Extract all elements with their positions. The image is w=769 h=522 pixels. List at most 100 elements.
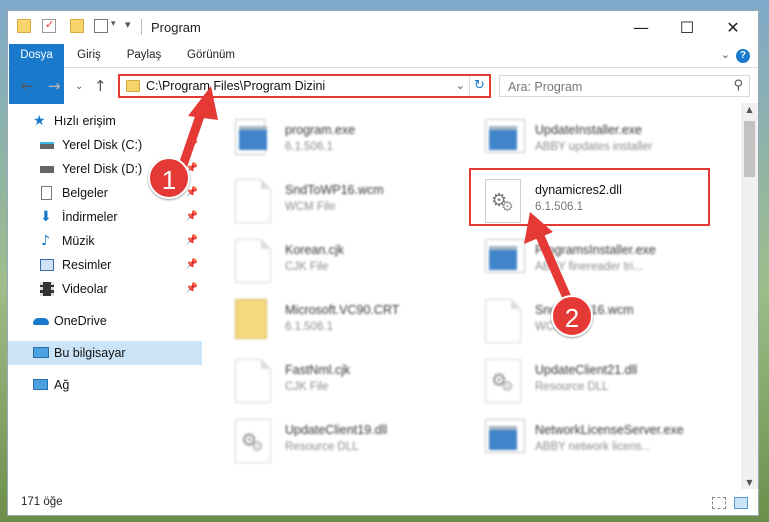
- window-title: Program: [151, 20, 201, 35]
- network-icon: [33, 379, 48, 390]
- sidebar-item-this-pc[interactable]: Bu bilgisayar: [8, 341, 202, 365]
- file-detail: Resource DLL: [535, 381, 609, 393]
- sidebar-item-label: Belgeler: [62, 186, 108, 200]
- dll-gear-icon: ⚙ ⚙: [485, 359, 521, 403]
- step-badge-2: 2: [551, 295, 593, 337]
- expand-ribbon-icon[interactable]: ⌄: [721, 48, 730, 61]
- file-item[interactable]: UpdateInstaller.exe ABBY updates install…: [455, 113, 705, 173]
- sidebar-item-label: Ağ: [54, 378, 70, 392]
- sidebar-item-quick-access[interactable]: ★ Hızlı erişim: [8, 109, 202, 133]
- customize-toolbar-icon[interactable]: [94, 19, 108, 33]
- sidebar-item-videos[interactable]: Videolar 📌: [8, 277, 202, 301]
- scroll-up-icon[interactable]: ▲: [741, 105, 758, 114]
- title-divider: [141, 19, 142, 35]
- scrollbar-thumb[interactable]: [744, 121, 755, 177]
- minimize-button[interactable]: —: [618, 11, 664, 44]
- folder-icon: [17, 19, 31, 33]
- forward-arrow-icon[interactable]: →: [48, 77, 61, 95]
- file-item[interactable]: ProgramsInstaller.exe ABBY finereader tr…: [455, 233, 705, 293]
- vertical-scrollbar[interactable]: ▲ ▼: [741, 103, 758, 489]
- file-detail: ABBY updates installer: [535, 141, 653, 153]
- sidebar-item-local-disk-c[interactable]: Yerel Disk (C:) 📌: [8, 133, 202, 157]
- drive-icon: [40, 166, 54, 173]
- refresh-icon[interactable]: ↻: [469, 76, 489, 96]
- exe-icon: [485, 119, 525, 153]
- back-arrow-icon[interactable]: ←: [21, 77, 34, 95]
- close-button[interactable]: ✕: [710, 11, 756, 44]
- file-detail: Resource DLL: [285, 441, 359, 453]
- pin-icon: 📌: [185, 283, 198, 294]
- chevron-down-icon[interactable]: ▾: [111, 19, 116, 29]
- explorer-window: ✓ ▾ ▾ Program — ☐ ✕ Dosya Giriş Paylaş G…: [7, 10, 759, 516]
- download-icon: ⬇: [40, 209, 52, 225]
- file-name: FastNml.cjk: [285, 363, 351, 377]
- sidebar-item-label: Müzik: [62, 234, 95, 248]
- file-item[interactable]: SndToWP16.wcm WCM File: [205, 173, 455, 233]
- search-placeholder[interactable]: Ara: Program: [508, 80, 582, 94]
- search-icon[interactable]: ⚲: [733, 78, 743, 93]
- details-view-icon[interactable]: [712, 497, 726, 509]
- recent-locations-icon[interactable]: ⌄: [75, 81, 83, 92]
- file-item[interactable]: program.exe 6.1.506.1: [205, 113, 455, 173]
- music-icon: ♪: [41, 233, 50, 249]
- sidebar-item-downloads[interactable]: ⬇ İndirmeler 📌: [8, 205, 202, 229]
- tab-view[interactable]: Görünüm: [176, 44, 246, 67]
- help-icon[interactable]: ?: [736, 49, 750, 63]
- up-arrow-icon[interactable]: ↑: [94, 77, 107, 95]
- sidebar-item-label: Yerel Disk (D:): [62, 162, 143, 176]
- file-item[interactable]: ⚙ ⚙ UpdateClient19.dll Resource DLL: [205, 413, 455, 473]
- sidebar-item-onedrive[interactable]: OneDrive: [8, 309, 202, 333]
- large-icons-view-icon[interactable]: [734, 497, 748, 509]
- pin-icon: 📌: [185, 139, 198, 150]
- pin-icon: 📌: [185, 187, 198, 198]
- properties-icon[interactable]: ✓: [42, 18, 56, 33]
- file-name: Microsoft.VC90.CRT: [285, 303, 400, 317]
- documents-icon: [41, 186, 52, 200]
- exe-icon: [485, 419, 525, 453]
- folder-icon: [235, 299, 267, 339]
- file-name: program.exe: [285, 123, 356, 137]
- exe-icon: [235, 119, 267, 155]
- tab-home[interactable]: Giriş: [64, 44, 114, 67]
- videos-icon: [40, 282, 54, 296]
- file-name: UpdateInstaller.exe: [535, 123, 643, 137]
- quick-access-dropdown-icon[interactable]: ▾: [125, 18, 131, 31]
- sidebar-item-label: Yerel Disk (C:): [62, 138, 143, 152]
- address-bar[interactable]: C:\Program Files\Program Dizini ⌄ ↻: [118, 74, 491, 98]
- pin-icon: 📌: [185, 259, 198, 270]
- scroll-down-icon[interactable]: ▼: [741, 478, 758, 487]
- dll-gear-icon: ⚙ ⚙: [235, 419, 271, 463]
- computer-icon: [33, 347, 49, 358]
- sidebar-item-label: Hızlı erişim: [54, 114, 116, 128]
- address-dropdown-icon[interactable]: ⌄: [456, 79, 465, 92]
- sidebar-item-music[interactable]: ♪ Müzik 📌: [8, 229, 202, 253]
- highlight-box: [469, 168, 710, 226]
- file-name: UpdateClient19.dll: [285, 423, 388, 437]
- pin-icon: 📌: [185, 235, 198, 246]
- file-icon: [235, 359, 271, 403]
- sidebar-item-network[interactable]: Ağ: [8, 373, 202, 397]
- file-item[interactable]: Korean.cjk CJK File: [205, 233, 455, 293]
- file-item[interactable]: Microsoft.VC90.CRT 6.1.506.1: [205, 293, 455, 353]
- file-name: Korean.cjk: [285, 243, 345, 257]
- sidebar-item-label: İndirmeler: [62, 210, 118, 224]
- file-detail: 6.1.506.1: [285, 141, 333, 153]
- sidebar-item-label: Videolar: [62, 282, 108, 296]
- pictures-icon: [40, 259, 54, 271]
- file-name: NetworkLicenseServer.exe: [535, 423, 684, 437]
- file-item[interactable]: FastNml.cjk CJK File: [205, 353, 455, 413]
- file-item[interactable]: ⚙ ⚙ UpdateClient21.dll Resource DLL: [455, 353, 705, 413]
- exe-icon: [485, 239, 525, 273]
- search-box[interactable]: Ara: Program ⚲: [499, 75, 750, 97]
- navigation-bar: ← → ⌄ ↑ C:\Program Files\Program Dizini …: [8, 73, 758, 99]
- new-folder-icon[interactable]: [70, 19, 84, 33]
- title-bar: ✓ ▾ ▾ Program — ☐ ✕: [8, 11, 758, 44]
- maximize-button[interactable]: ☐: [664, 11, 710, 44]
- file-detail: WCM File: [285, 201, 336, 213]
- file-detail: CJK File: [285, 261, 329, 273]
- address-path[interactable]: C:\Program Files\Program Dizini: [146, 79, 325, 93]
- sidebar-item-pictures[interactable]: Resimler 📌: [8, 253, 202, 277]
- tab-share[interactable]: Paylaş: [116, 44, 172, 67]
- file-detail: 6.1.506.1: [285, 321, 333, 333]
- file-item[interactable]: NetworkLicenseServer.exe ABBY network li…: [455, 413, 705, 473]
